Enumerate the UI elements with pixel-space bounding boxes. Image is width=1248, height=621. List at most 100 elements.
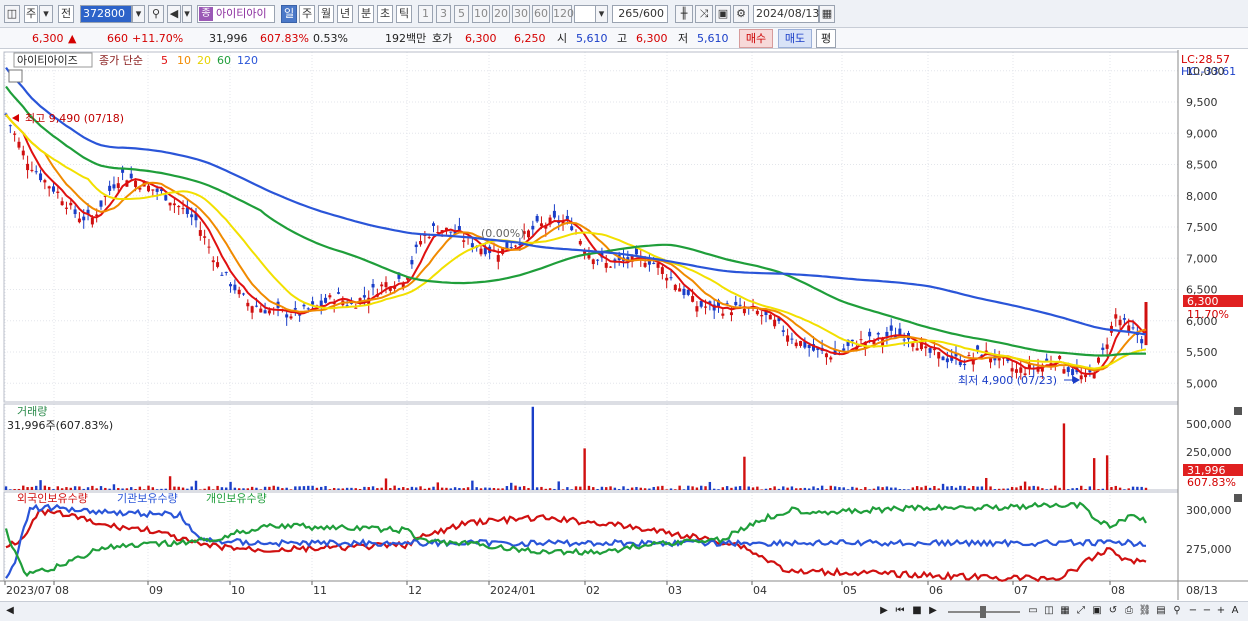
candle-body: [1010, 368, 1014, 372]
price-ytick: 5,000: [1186, 377, 1218, 390]
candle-body: [147, 185, 150, 192]
volume-bar: [708, 481, 712, 490]
zoom-slider-handle[interactable]: [980, 606, 986, 618]
stock-chart[interactable]: 아이티아이즈 종가 단순 5 10 20 60 120 LC:28.57 HC:…: [0, 0, 1248, 601]
candle-body: [449, 231, 453, 233]
candle-body: [937, 352, 941, 359]
layout-3-icon[interactable]: ▦: [1058, 604, 1072, 618]
volume-bar: [449, 488, 452, 490]
candle-body: [30, 169, 34, 171]
volume-bar: [13, 488, 16, 490]
volume-bar: [626, 488, 630, 490]
plus-icon[interactable]: +: [1214, 604, 1228, 618]
volume-bar: [1010, 486, 1014, 490]
candle-body: [267, 310, 271, 314]
candle-body: [514, 245, 518, 247]
volume-bar: [1097, 489, 1100, 490]
candle-body: [43, 180, 47, 183]
volume-tag-percent: 607.83%: [1187, 476, 1236, 489]
time-label: 07: [1014, 584, 1028, 597]
print-icon[interactable]: ⎙: [1122, 604, 1136, 618]
volume-bar: [915, 486, 919, 490]
volume-bar: [920, 487, 923, 490]
holdings-pane-close-icon[interactable]: [1234, 494, 1242, 502]
candle-body: [410, 259, 414, 265]
volume-bar: [1092, 458, 1096, 490]
layout-1-icon[interactable]: ▭: [1026, 604, 1040, 618]
font-size-icon[interactable]: A: [1228, 604, 1242, 618]
price-ytick: 6,000: [1186, 315, 1218, 328]
volume-bar: [52, 489, 55, 490]
volume-bar: [1032, 485, 1035, 490]
volume-bar: [497, 488, 500, 490]
volume-bar: [272, 485, 275, 490]
volume-bar: [639, 487, 642, 490]
volume-bar: [445, 487, 448, 490]
rewind-icon[interactable]: ⏮: [893, 604, 907, 618]
candle-body: [112, 184, 116, 189]
volume-bar: [669, 488, 673, 490]
link-icon[interactable]: ⛓: [1138, 604, 1152, 618]
candle-body: [224, 271, 228, 273]
candle-body: [457, 226, 461, 231]
play-icon[interactable]: ▶: [926, 604, 940, 618]
candle-body: [876, 333, 880, 335]
volume-bar: [842, 487, 845, 490]
candle-body: [527, 230, 530, 238]
candle-body: [773, 319, 777, 327]
volume-bar: [501, 488, 504, 490]
volume-bar: [579, 486, 582, 490]
candle-body: [682, 288, 686, 296]
volume-pane-close-icon[interactable]: [1234, 407, 1242, 415]
volume-bar: [782, 486, 785, 490]
candle-body: [99, 200, 103, 207]
volume-bar: [557, 481, 560, 490]
volume-bar: [764, 488, 768, 490]
table-icon[interactable]: [8, 69, 23, 83]
price-ytick: 7,500: [1186, 221, 1218, 234]
search-chart-icon[interactable]: ⚲: [1170, 604, 1184, 618]
volume-bar: [203, 488, 206, 490]
volume-bar: [747, 486, 750, 490]
zoom-out-icon[interactable]: −: [1186, 604, 1200, 618]
scroll-left-icon[interactable]: ◀: [3, 604, 17, 618]
volume-bar: [86, 487, 90, 490]
volume-bar: [134, 489, 137, 490]
volume-bar: [324, 486, 327, 490]
candle-body: [591, 259, 595, 265]
volume-bar: [717, 489, 720, 490]
volume-bar: [69, 487, 72, 490]
volume-bar: [268, 486, 271, 490]
scroll-right-icon[interactable]: ▶: [877, 604, 891, 618]
volume-bar: [56, 486, 60, 490]
candle-body: [518, 244, 522, 246]
volume-bar: [259, 489, 262, 490]
volume-bar: [855, 487, 858, 490]
minus-icon[interactable]: −: [1200, 604, 1214, 618]
volume-bar: [177, 486, 180, 490]
candle-body: [609, 266, 613, 268]
volume-bar: [281, 488, 284, 490]
candle-body: [1144, 302, 1148, 346]
volume-bar: [864, 487, 867, 490]
volume-bar: [825, 489, 828, 490]
candle-body: [324, 297, 328, 303]
volume-bar: [812, 486, 815, 490]
stop-icon[interactable]: ■: [910, 604, 924, 618]
reset-icon[interactable]: ↺: [1106, 604, 1120, 618]
price-ytick: 5,500: [1186, 346, 1218, 359]
volume-bar: [777, 488, 781, 490]
volume-bar: [769, 487, 772, 490]
volume-bar: [199, 489, 202, 490]
bottom-scrollbar[interactable]: ◀ ▶ ⏮ ■ ▶ ▭ ◫ ▦ ⤢ ▣ ↺ ⎙ ⛓ ▤ ⚲ − − + A: [0, 601, 1248, 621]
volume-bar: [302, 486, 306, 490]
layout-2-icon[interactable]: ◫: [1042, 604, 1056, 618]
volume-title: 거래량: [17, 405, 47, 418]
capture-icon[interactable]: ▣: [1090, 604, 1104, 618]
volume-bar: [522, 486, 526, 490]
volume-bar: [743, 456, 746, 490]
fit-icon[interactable]: ⤢: [1074, 604, 1088, 618]
save-chart-icon[interactable]: ▤: [1154, 604, 1168, 618]
volume-bar: [78, 486, 81, 490]
volume-bar: [298, 486, 301, 490]
